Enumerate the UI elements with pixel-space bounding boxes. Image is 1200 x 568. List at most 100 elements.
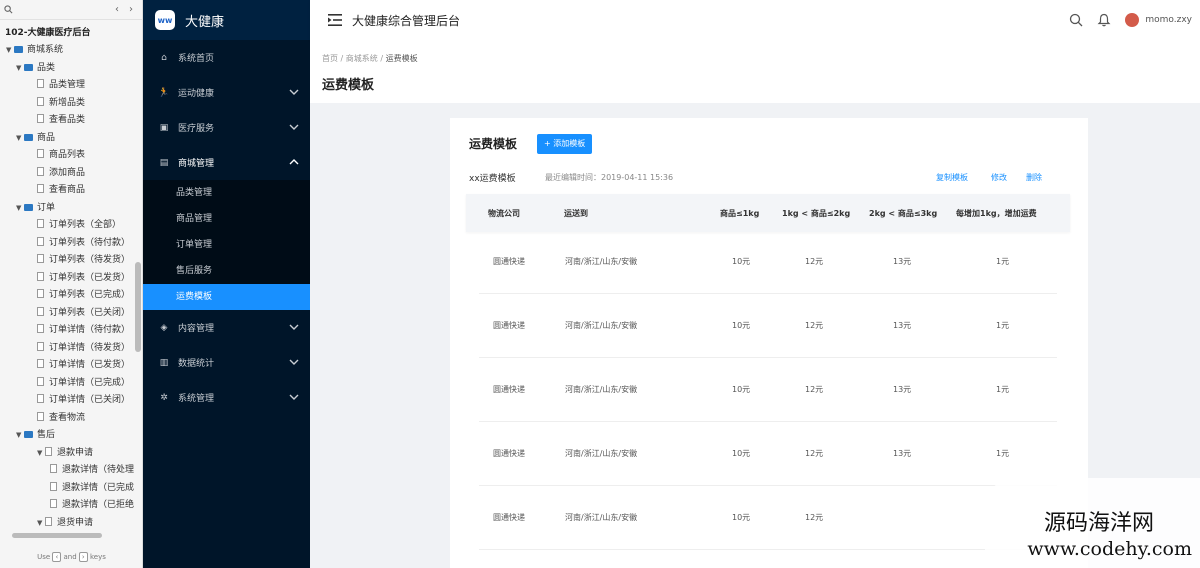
tree-folder[interactable]: ▼ 商品 [0,130,142,148]
tree-page[interactable]: 订单详情（已完成） [0,375,142,393]
tree-vscrollbar[interactable] [135,262,141,352]
tree-page[interactable]: 新增品类 [0,95,142,113]
tree-page[interactable]: 订单详情（已关闭） [0,392,142,410]
tree-title: 102-大健康医疗后台 [5,28,91,38]
prev-icon[interactable]: ‹ [110,4,124,15]
tree-page[interactable]: 查看品类 [0,112,142,130]
page-header: 首页 / 商城系统 / 运费模板 运费模板 [310,40,1200,103]
tree-page[interactable]: ▼ 退款申请 [0,445,142,463]
menu-label: 内容管理 [178,324,215,334]
menu-label: 医疗服务 [178,124,215,134]
tree-folder[interactable]: ▼ 品类 [0,60,142,78]
tree-folder[interactable]: ▼ 订单 [0,200,142,218]
card-title: 运费模板 [469,137,518,151]
tree-page[interactable]: 退款详情（待处理 [0,462,142,480]
submenu-item[interactable]: 商品管理 [143,206,310,232]
caret-down-icon[interactable]: ▼ [6,42,14,60]
tree-page[interactable]: 订单详情（待发货） [0,340,142,358]
watermark-url: www.codehy.com [1027,538,1192,560]
tree-item-label: 订单列表（已完成） [49,290,131,300]
username[interactable]: momo.zxy [1145,15,1192,25]
folder-icon [24,63,33,71]
avatar[interactable] [1125,13,1140,27]
menu-label: 商城管理 [178,159,215,169]
tree-page[interactable]: 查看商品 [0,182,142,200]
page-icon [37,149,44,158]
caret-down-icon[interactable]: ▼ [37,515,45,533]
next-icon[interactable]: › [124,4,138,15]
caret-down-icon[interactable]: ▼ [16,130,24,148]
breadcrumb-item[interactable]: 首页 [322,54,338,63]
menu-item-1[interactable]: ⌂ 系统首页 [143,40,310,75]
tree-item-label: 品类 [37,62,56,73]
header-title: 大健康综合管理后台 [352,13,461,28]
submenu-item[interactable]: 订单管理 [143,232,310,258]
table-row: 圆通快递 河南/浙江/山东/安徽 10元 12元 [479,486,1057,550]
table-cell: 12元 [805,257,824,266]
caret-down-icon[interactable]: ▼ [16,200,24,218]
table-cell: 13元 [893,257,912,266]
search-icon[interactable] [1069,13,1083,27]
table-cell: 13元 [893,321,912,330]
add-template-button[interactable]: + 添加模板 [537,133,593,154]
tree-hscrollbar[interactable] [12,533,102,538]
tree-item-label: 订单列表（已发货） [49,272,131,283]
tree-page[interactable]: 订单列表（全部） [0,217,142,235]
right-key-icon: › [78,552,88,562]
tree-toolbar: ‹ › [0,0,142,20]
page-icon [37,184,44,193]
submenu-item[interactable]: 品类管理 [143,180,310,206]
caret-down-icon[interactable]: ▼ [16,427,24,445]
tree-page[interactable]: 退款详情（已完成 [0,480,142,498]
template-edit-time: 最近编辑时间：2019-04-11 15:36 [545,173,674,182]
caret-down-icon[interactable]: ▼ [16,60,24,78]
tree-page[interactable]: ▼ 退货申请 [0,515,142,533]
tree-item-label: 售后 [37,430,56,440]
table-cell: 13元 [893,449,912,458]
submenu-item[interactable]: 售后服务 [143,258,310,284]
page-icon [50,499,57,508]
tree-page[interactable]: 添加商品 [0,165,142,183]
menu-item-4[interactable]: ▤ 商城管理 [143,145,310,180]
tree-page[interactable]: 退款详情（已拒绝 [0,497,142,515]
menu-item-6[interactable]: ▥ 数据统计 [143,345,310,380]
tree-page[interactable]: 订单详情（已发货） [0,357,142,375]
tree-item-label: 添加商品 [49,167,86,178]
copy-template-link[interactable]: 复制模板 [936,172,968,183]
breadcrumb-item[interactable]: 商城系统 [346,54,378,63]
tree-page[interactable]: 订单列表（已关闭） [0,305,142,323]
chart-icon: ▥ [159,357,169,368]
delete-template-link[interactable]: 删除 [1026,172,1042,183]
search-icon[interactable] [4,5,13,14]
tree-page[interactable]: 订单列表（待付款） [0,235,142,253]
menu-item-2[interactable]: 🏃 运动健康 [143,75,310,110]
tree-page[interactable]: 订单列表（已发货） [0,270,142,288]
tree-page[interactable]: 商品列表 [0,147,142,165]
tree-page[interactable]: 订单列表（待发货） [0,252,142,270]
table-row: 圆通快递 河南/浙江/山东/安徽 10元 12元 13元 1元 [479,294,1057,358]
chevron-down-icon [289,359,299,365]
tree-page[interactable]: 订单列表（已完成） [0,287,142,305]
bell-icon[interactable] [1097,13,1111,27]
menu-item-7[interactable]: ✲ 系统管理 [143,380,310,415]
tree-folder[interactable]: ▼ 商城系统 [0,42,142,60]
caret-down-icon[interactable]: ▼ [37,445,45,463]
tree-page[interactable]: 订单详情（待付款） [0,322,142,340]
logo[interactable]: ww 大健康 [143,0,310,40]
submenu-item[interactable]: 运费模板 [143,284,310,310]
menu-fold-icon[interactable] [328,14,342,26]
tree-item-label: 查看商品 [49,185,86,195]
heart-logo-icon: ww [155,10,175,30]
gear-icon: ✲ [160,392,168,403]
table-row: 圆通快递 河南/浙江/山东/安徽 10元 12元 13元 1元 [479,422,1057,486]
menu-label: 系统管理 [178,394,215,404]
tree-page[interactable]: 查看物流 [0,410,142,428]
tree-page[interactable]: 品类管理 [0,77,142,95]
tree-folder[interactable]: ▼ 售后 [0,427,142,445]
edit-template-link[interactable]: 修改 [991,172,1007,183]
page-icon [37,254,44,263]
menu-item-3[interactable]: ▣ 医疗服务 [143,110,310,145]
tree-list: ▼ 商城系统 ▼ 品类 品类管理 新增品类 查看品类 ▼ 商品 商品列表 添加商品 查看商品 ▼ 订单 订单… [0,42,142,532]
table-row: 圆通快递 河南/浙江/山东/安徽 10元 12元 13元 1元 [479,358,1057,422]
menu-item-5[interactable]: ◈ 内容管理 [143,310,310,345]
